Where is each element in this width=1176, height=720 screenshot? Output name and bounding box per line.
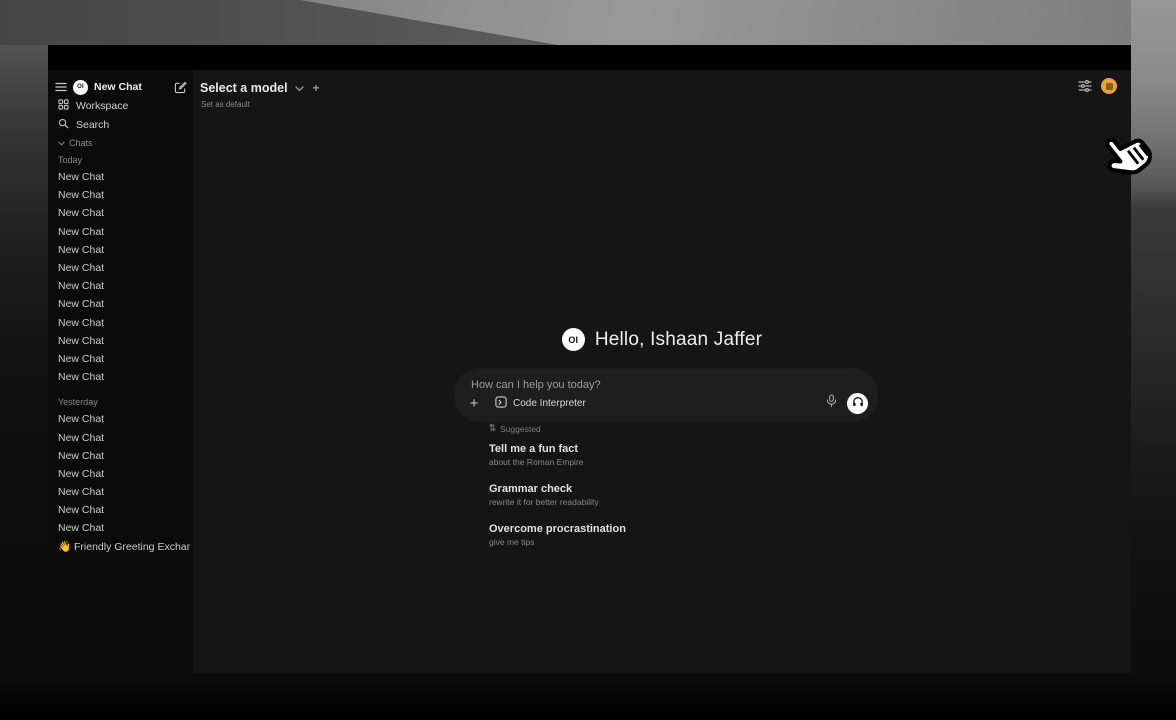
suggested-prompt-title: Overcome procrastination — [489, 522, 885, 536]
code-interpreter-icon — [495, 396, 507, 411]
chat-list-item[interactable]: New Chat — [57, 314, 190, 332]
sidebar-item-workspace[interactable]: Workspace — [55, 97, 187, 115]
suggested-prompt-title: Grammar check — [489, 482, 885, 496]
greeting-row: OI Hello, Ishaan Jaffer — [193, 328, 1131, 351]
chat-group-label: Yesterday — [57, 394, 190, 410]
search-icon — [58, 118, 69, 132]
headphones-icon — [852, 394, 864, 412]
suggested-prompt[interactable]: Grammar checkrewrite it for better reada… — [487, 478, 887, 512]
code-interpreter-toggle[interactable]: Code Interpreter — [495, 396, 586, 411]
chat-list-item[interactable]: New Chat — [57, 223, 190, 241]
chats-section-label: Chats — [69, 138, 93, 148]
greeting-text: Hello, Ishaan Jaffer — [595, 329, 762, 351]
chat-list-item[interactable]: New Chat — [57, 410, 190, 428]
model-selector-label: Select a model — [200, 81, 288, 95]
main-area: Select a model + Set as default OI Hello… — [193, 70, 1131, 673]
chat-groups: TodayNew ChatNew ChatNew ChatNew ChatNew… — [57, 152, 190, 556]
sidebar-header: OI New Chat — [55, 77, 187, 97]
workspace-grid-icon — [58, 99, 69, 113]
chat-list-item[interactable]: New Chat — [57, 332, 190, 350]
suggestions-list: Tell me a fun factabout the Roman Empire… — [487, 438, 887, 558]
app-logo: OI — [73, 80, 88, 95]
chat-list-item[interactable]: New Chat — [57, 447, 190, 465]
chat-group-label: Today — [57, 152, 190, 168]
attach-plus-button[interactable]: + — [465, 396, 483, 411]
sidebar-item-label: Search — [76, 119, 109, 131]
suggested-prompt-subtitle: rewrite it for better readability — [489, 496, 885, 508]
sidebar-toggle-icon[interactable] — [55, 82, 67, 92]
suggested-label-row: Suggested — [489, 423, 541, 434]
app-window: OI New Chat Workspace Search — [48, 45, 1131, 673]
sidebar: OI New Chat Workspace Search — [48, 70, 193, 673]
suggested-prompt-title: Tell me a fun fact — [489, 442, 885, 456]
chat-list-item[interactable]: New Chat — [57, 350, 190, 368]
input-toolbar: + Code Interpreter — [465, 392, 868, 414]
code-interpreter-label: Code Interpreter — [513, 398, 586, 409]
desktop-stage: OI New Chat Workspace Search — [0, 0, 1176, 720]
microphone-icon[interactable] — [826, 394, 837, 413]
chat-list-item[interactable]: New Chat — [57, 295, 190, 313]
chat-list-item[interactable]: New Chat — [57, 483, 190, 501]
suggested-prompt[interactable]: Overcome procrastinationgive me tips — [487, 518, 887, 552]
chat-list-item[interactable]: New Chat — [57, 204, 190, 222]
suggested-prompt[interactable]: Tell me a fun factabout the Roman Empire — [487, 438, 887, 472]
chat-list-item[interactable]: New Chat — [57, 277, 190, 295]
background-right-band — [1131, 0, 1176, 720]
new-chat-icon[interactable] — [174, 81, 187, 94]
chat-list-item[interactable]: New Chat — [57, 168, 190, 186]
set-as-default-button[interactable]: Set as default — [201, 100, 250, 109]
app-logo: OI — [562, 328, 585, 351]
chevron-down-icon — [295, 79, 304, 97]
chat-list-item[interactable]: New Chat — [57, 259, 190, 277]
chat-input-card: + Code Interpreter — [455, 369, 877, 421]
chats-section-toggle[interactable]: Chats — [58, 136, 93, 150]
background-left-band — [0, 45, 48, 673]
swap-arrows-icon — [489, 423, 496, 434]
sidebar-item-search[interactable]: Search — [55, 116, 187, 134]
suggested-prompt-subtitle: about the Roman Empire — [489, 456, 885, 468]
add-model-button[interactable]: + — [311, 81, 322, 95]
chat-list-item[interactable]: New Chat — [57, 241, 190, 259]
user-avatar[interactable] — [1101, 78, 1117, 94]
chat-list-item[interactable]: New Chat — [57, 428, 190, 446]
sidebar-title: New Chat — [94, 81, 168, 93]
chat-list-item[interactable]: New Chat — [57, 465, 190, 483]
chat-list-item[interactable]: New Chat — [57, 519, 190, 537]
voice-call-button[interactable] — [847, 393, 868, 414]
model-selector[interactable]: Select a model + — [200, 79, 322, 97]
controls-sliders-icon[interactable] — [1078, 80, 1092, 92]
sidebar-item-label: Workspace — [76, 100, 128, 112]
chat-list-item[interactable]: 👋 Friendly Greeting Exchange — [57, 538, 190, 556]
chat-list-item[interactable]: New Chat — [57, 368, 190, 386]
chat-list-item[interactable]: New Chat — [57, 501, 190, 519]
suggested-prompt-subtitle: give me tips — [489, 536, 885, 548]
suggested-label: Suggested — [500, 424, 541, 434]
header-right-controls — [1078, 78, 1117, 94]
chat-list-item[interactable]: New Chat — [57, 186, 190, 204]
chevron-down-icon — [58, 138, 65, 148]
background-bottom-band — [0, 673, 1176, 720]
